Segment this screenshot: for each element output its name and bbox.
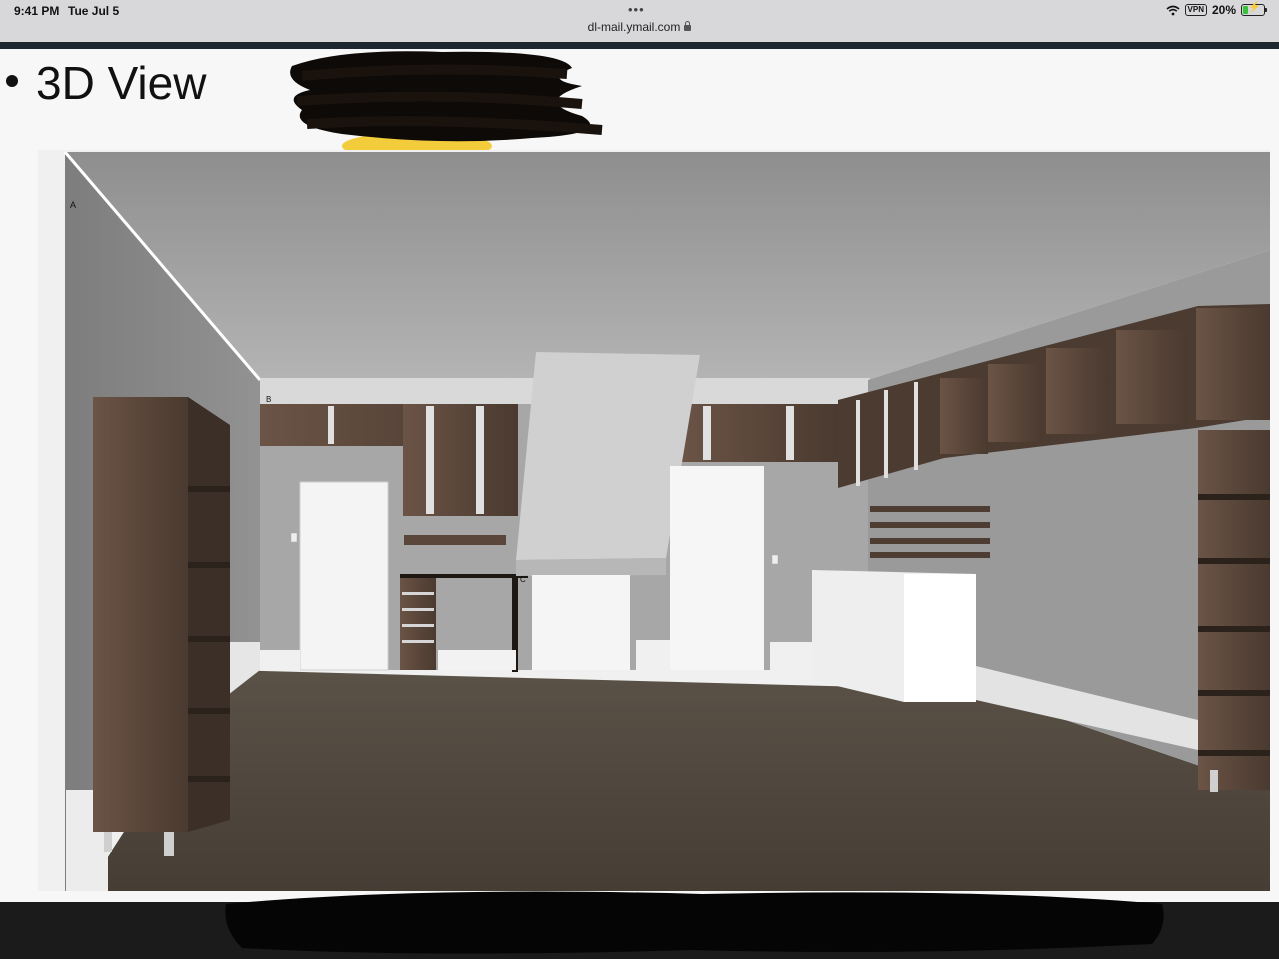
redaction-scribble-top [290,51,603,156]
lock-icon [684,21,692,31]
marker-c: C [520,575,526,584]
url-text: dl-mail.ymail.com [587,20,681,34]
battery-percent: 20% [1211,3,1236,17]
center-cabinet [532,575,630,670]
status-bar: 9:41 PM Tue Jul 5 ••• dl-mail.ymail.com … [0,0,1279,42]
bullet-icon [6,75,18,87]
slide-title: 3D View [6,56,206,110]
slide-title-text: 3D View [36,57,207,109]
status-indicators: VPN 20% ⚡ [1166,2,1267,17]
vpn-badge: VPN [1184,4,1207,16]
left-bookcase [93,397,188,832]
right-door [670,466,764,670]
right-bookcase [1198,430,1270,790]
garage-3d-render: B A C [38,150,1270,891]
left-door [299,481,389,671]
wifi-icon [1166,5,1180,15]
status-date: Tue Jul 5 [68,4,120,18]
browser-divider [0,42,1279,49]
marker-b: B [266,395,271,404]
redaction-scribble-bottom [225,891,1164,954]
address-bar[interactable]: dl-mail.ymail.com [0,20,1279,34]
status-time: 9:41 PM [14,4,60,18]
marker-a: A [70,200,76,210]
more-dots-icon[interactable]: ••• [628,2,645,17]
battery-icon: ⚡ [1241,2,1267,16]
